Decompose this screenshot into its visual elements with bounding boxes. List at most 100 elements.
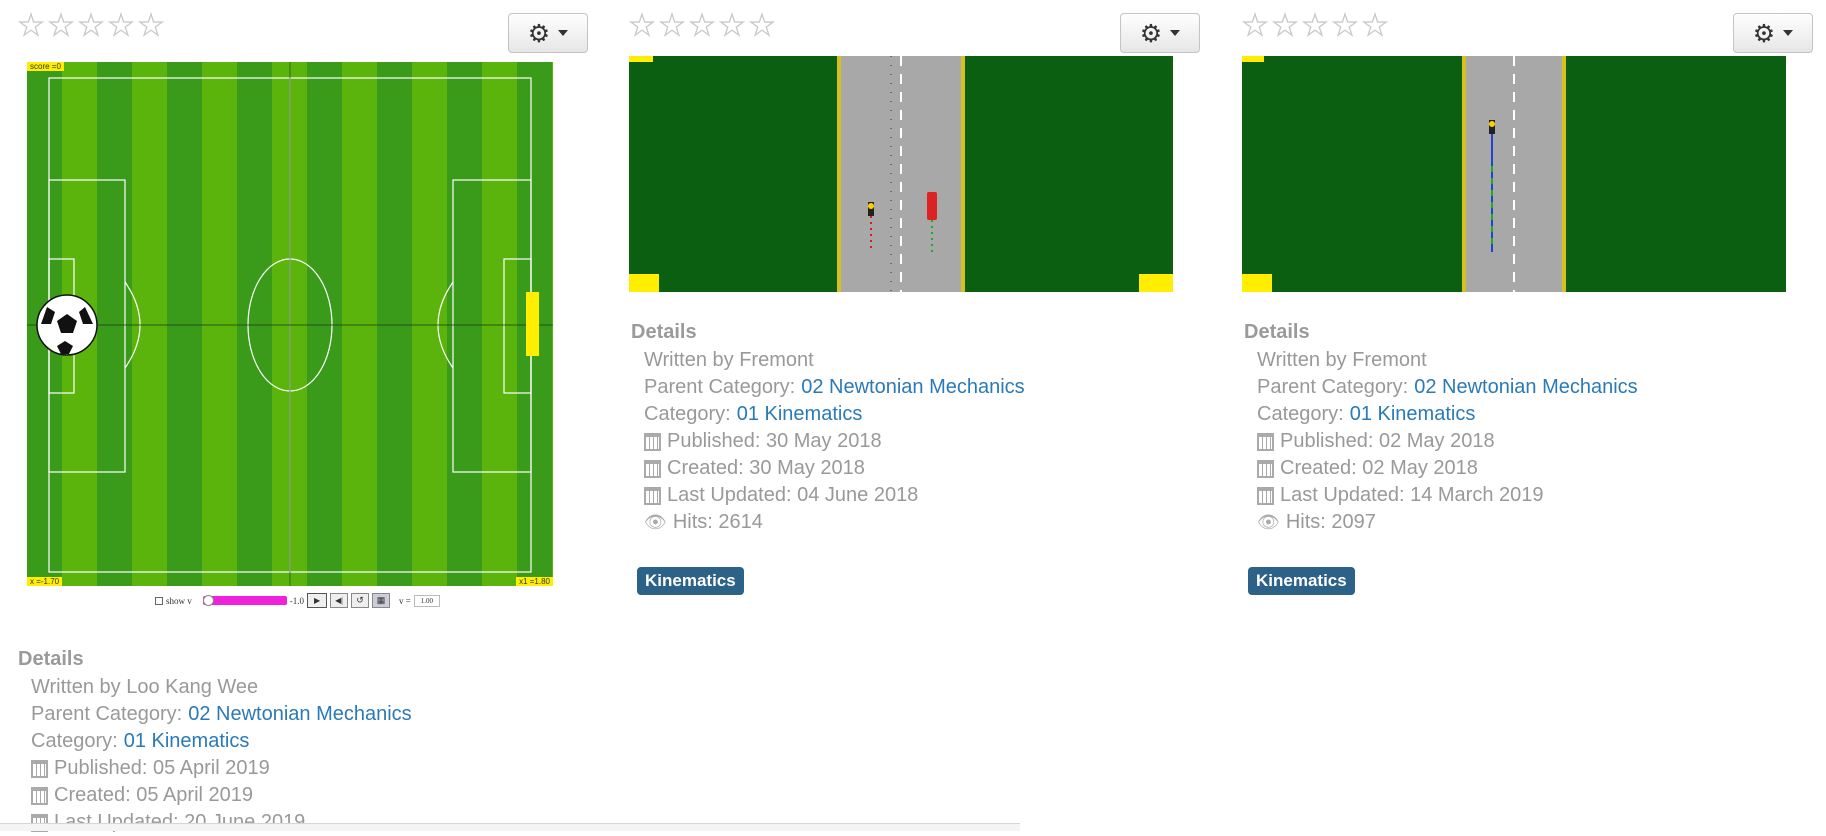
star-icon[interactable]: ★ [137, 11, 164, 41]
road-simulation-image [1242, 56, 1786, 292]
fullscreen-button[interactable]: ▦ [372, 593, 391, 608]
tag-kinematics[interactable]: Kinematics [1248, 567, 1355, 595]
details-heading: Details [631, 321, 697, 343]
parent-category-line: Parent Category: 02 Newtonian Mechanics [31, 701, 412, 728]
article-options-button[interactable]: ⚙ [1733, 13, 1813, 53]
soccer-field-image [27, 62, 553, 586]
play-button[interactable]: ▶ [307, 593, 328, 608]
created-line: Created: 05 April 2019 [31, 782, 412, 809]
star-icon[interactable]: ★ [17, 11, 44, 41]
calendar-icon [31, 786, 48, 805]
calendar-icon [1257, 459, 1274, 478]
x1-readout: x1 =1.80 [516, 577, 553, 586]
slider-value: -1.0 [289, 595, 305, 606]
hits-count: Hits: 2097 [1285, 511, 1376, 533]
published-line: Published: 05 April 2019 [31, 755, 412, 782]
tag-kinematics[interactable]: Kinematics [637, 567, 744, 595]
article-options-button[interactable]: ⚙ [1120, 13, 1200, 53]
star-icon[interactable]: ★ [1331, 11, 1358, 41]
published-date: Published: 02 May 2018 [1280, 430, 1495, 452]
star-icon[interactable]: ★ [658, 11, 685, 41]
v-label: v = [399, 595, 411, 606]
details-heading: Details [18, 648, 84, 670]
gear-icon: ⚙ [1752, 18, 1776, 48]
star-icon[interactable]: ★ [718, 11, 745, 41]
updated-date: Last Updated: 14 March 2019 [1280, 484, 1544, 506]
calendar-icon [644, 432, 661, 451]
category-line: Category: 01 Kinematics [1257, 401, 1638, 428]
published-date: Published: 30 May 2018 [667, 430, 882, 452]
category-link[interactable]: 01 Kinematics [737, 401, 863, 428]
star-icon[interactable]: ★ [1271, 11, 1298, 41]
updated-date: Last Updated: 04 June 2018 [667, 484, 919, 506]
calendar-icon [1257, 486, 1274, 505]
parent-category-line: Parent Category: 02 Newtonian Mechanics [1257, 374, 1638, 401]
updated-line: Last Updated: 14 March 2019 [1257, 482, 1638, 509]
simulation-thumbnail[interactable] [629, 56, 1173, 292]
star-icon[interactable]: ★ [107, 11, 134, 41]
category-link[interactable]: 01 Kinematics [1350, 401, 1476, 428]
show-v-label: show v [166, 595, 192, 606]
article-details: Details Written by Loo Kang Wee Parent C… [18, 646, 412, 836]
caret-down-icon [558, 30, 569, 36]
calendar-icon [31, 759, 48, 778]
author-line: Written by Fremont [1257, 349, 1427, 371]
hits-line: 👁 Hits: 2614 [644, 509, 1025, 536]
parent-category-link[interactable]: 02 Newtonian Mechanics [188, 701, 411, 728]
author-line: Written by Fremont [644, 349, 814, 371]
v-input[interactable]: 1.00 [413, 594, 440, 607]
eye-icon: 👁 [644, 512, 667, 533]
details-heading: Details [1244, 321, 1310, 343]
parent-category-link[interactable]: 02 Newtonian Mechanics [1414, 374, 1637, 401]
eye-icon: 👁 [1257, 512, 1280, 533]
star-icon[interactable]: ★ [77, 11, 104, 41]
velocity-slider[interactable] [202, 595, 287, 606]
simulation-thumbnail[interactable] [1242, 56, 1786, 292]
step-button[interactable]: ◀| [330, 593, 349, 608]
created-date: Created: 30 May 2018 [667, 457, 865, 479]
parent-category-label: Parent Category: [31, 703, 183, 725]
gear-icon: ⚙ [527, 18, 551, 48]
rating-stars[interactable]: ★ ★ ★ ★ ★ [628, 11, 775, 41]
caret-down-icon [1170, 30, 1181, 36]
simulation-thumbnail[interactable]: score =0 x =-1.70 x1 =1.80 [27, 62, 553, 586]
published-line: Published: 02 May 2018 [1257, 428, 1638, 455]
parent-category-label: Parent Category: [644, 376, 796, 398]
star-icon[interactable]: ★ [688, 11, 715, 41]
category-label: Category: [644, 403, 731, 425]
category-link[interactable]: 01 Kinematics [124, 728, 250, 755]
hits-count: Hits: 2614 [672, 511, 763, 533]
calendar-icon [644, 459, 661, 478]
category-line: Category: 01 Kinematics [644, 401, 1025, 428]
show-v-checkbox[interactable] [155, 596, 163, 605]
updated-line: Last Updated: 04 June 2018 [644, 482, 1025, 509]
star-icon[interactable]: ★ [748, 11, 775, 41]
created-date: Created: 05 April 2019 [54, 784, 254, 806]
slider-handle[interactable] [202, 595, 214, 606]
hits-line: 👁 Hits: 2097 [1257, 509, 1638, 536]
rating-stars[interactable]: ★ ★ ★ ★ ★ [1241, 11, 1388, 41]
reset-button[interactable]: ↺ [351, 593, 370, 608]
star-icon[interactable]: ★ [1361, 11, 1388, 41]
article-options-button[interactable]: ⚙ [508, 13, 588, 53]
category-label: Category: [31, 730, 118, 752]
article-details: Details Written by Fremont Parent Catego… [1244, 319, 1638, 536]
simulation-controls: show v -1.0 ▶ ◀| ↺ ▦ v = 1.00 [155, 593, 440, 608]
parent-category-link[interactable]: 02 Newtonian Mechanics [801, 374, 1024, 401]
score-label: score =0 [27, 62, 64, 71]
star-icon[interactable]: ★ [1301, 11, 1328, 41]
calendar-icon [1257, 432, 1274, 451]
star-icon[interactable]: ★ [1241, 11, 1268, 41]
article-details: Details Written by Fremont Parent Catego… [631, 319, 1025, 536]
gear-icon: ⚙ [1139, 18, 1163, 48]
created-line: Created: 30 May 2018 [644, 455, 1025, 482]
category-label: Category: [1257, 403, 1344, 425]
star-icon[interactable]: ★ [47, 11, 74, 41]
rating-stars[interactable]: ★ ★ ★ ★ ★ [17, 11, 164, 41]
x-readout: x =-1.70 [27, 577, 63, 586]
published-line: Published: 30 May 2018 [644, 428, 1025, 455]
soccer-ball-icon [36, 294, 98, 356]
parent-category-line: Parent Category: 02 Newtonian Mechanics [644, 374, 1025, 401]
published-date: Published: 05 April 2019 [54, 757, 270, 779]
star-icon[interactable]: ★ [628, 11, 655, 41]
